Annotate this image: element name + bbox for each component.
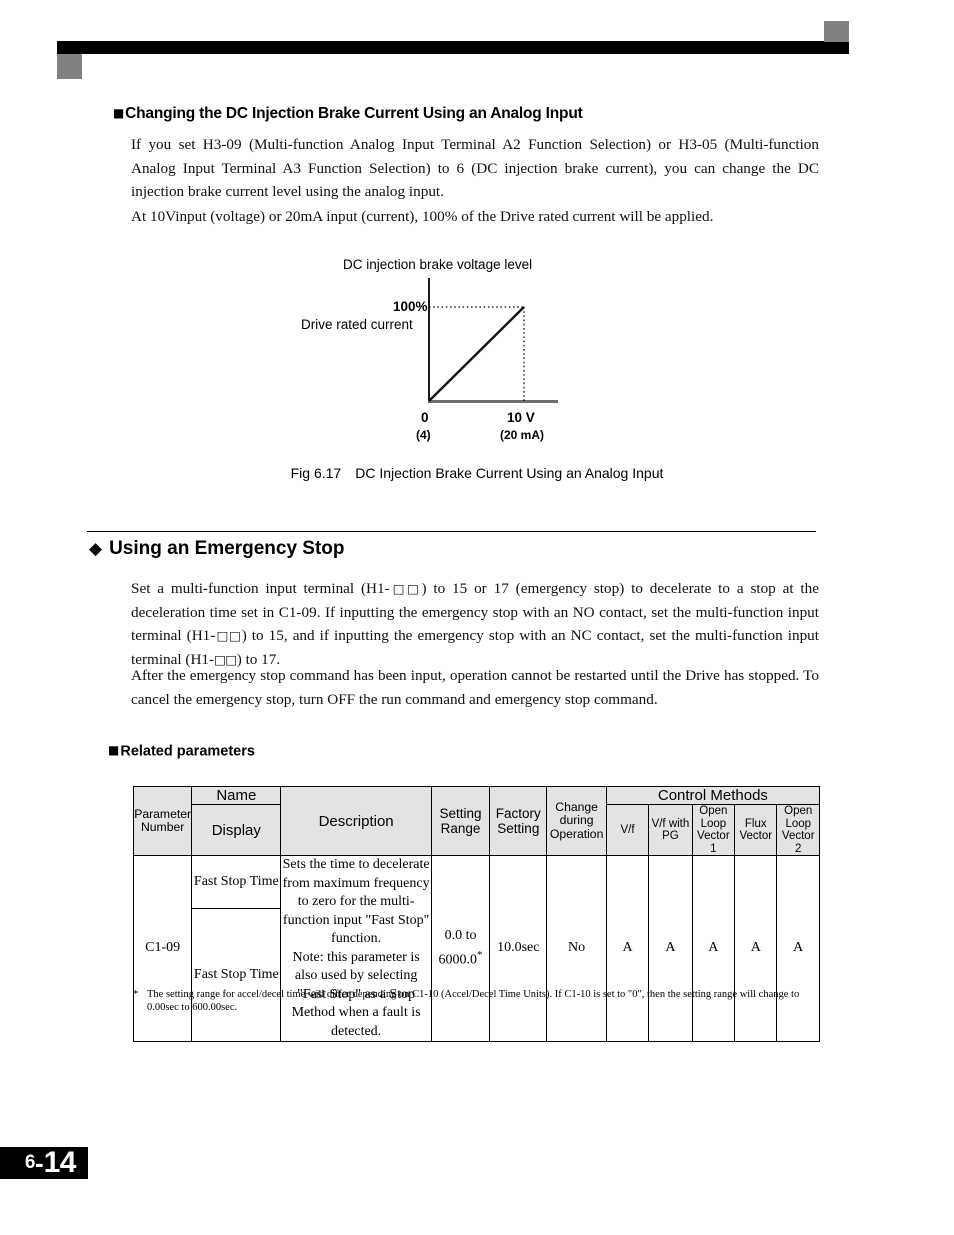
chart-x-subtick-max: (20 mA) <box>500 428 545 442</box>
section-divider <box>87 531 816 532</box>
header-name: Name <box>191 786 282 805</box>
header-parameter-number: Parameter Number <box>132 786 193 856</box>
heading-related-parameters: ■Related parameters <box>108 743 255 760</box>
paragraph-estop-1-a: Set a multi-function input terminal (H1- <box>131 580 390 597</box>
chart-x-tick-0: 0 <box>421 410 429 425</box>
chart-y-axis-label: Drive rated current <box>301 317 413 332</box>
heading-analog-input: ■Changing the DC Injection Brake Current… <box>113 105 583 123</box>
page-footer-chapter: 6 <box>24 1152 36 1173</box>
header-setting-range: Setting Range <box>430 786 491 856</box>
table-footnote: * The setting range for accel/decel time… <box>133 988 823 1014</box>
chart-data-line <box>428 306 525 402</box>
page-footer-number: 14 <box>43 1146 77 1179</box>
table-row: C1-09 Fast Stop Time Sets the time to de… <box>132 854 820 1042</box>
diamond-bullet-icon: ◆ <box>89 539 103 559</box>
heading-related-parameters-label: Related parameters <box>120 743 255 760</box>
table-header-row-1: Parameter Number Name Description Setting… <box>132 786 821 856</box>
header-decoration-square-left <box>57 54 82 79</box>
heading-analog-input-label: Changing the DC Injection Brake Current … <box>125 105 583 122</box>
paragraph-estop-1: Set a multi-function input terminal (H1-… <box>131 577 819 671</box>
header-control-method-open-loop-vector-1: Open Loop Vector 1 <box>691 804 736 856</box>
paragraph-analog-1: If you set H3-09 (Multi-function Analog … <box>131 136 819 200</box>
header-control-method-open-loop-vector-2: Open Loop Vector 2 <box>776 804 820 856</box>
header-parameter-number-label: Parameter Number <box>134 806 192 834</box>
page-number-footer: 6-14 <box>0 1146 88 1179</box>
chart-x-subtick-0: (4) <box>416 428 431 442</box>
chart-plot-area <box>428 306 525 402</box>
box-symbol-icon-1: □□ <box>389 581 422 596</box>
figure-caption-text: DC Injection Brake Current Using an Anal… <box>355 465 664 481</box>
header-change-during-operation: Change during Operation <box>546 786 607 856</box>
square-bullet-icon: ■ <box>113 105 125 120</box>
footnote-text: The setting range for accel/decel time w… <box>147 989 800 1013</box>
header-factory-setting: Factory Setting <box>489 786 548 856</box>
heading-emergency-stop-label: Using an Emergency Stop <box>109 538 345 559</box>
page-footer-dash: - <box>34 1147 44 1178</box>
header-control-method-flux-vector: Flux Vector <box>734 804 778 856</box>
cell-setting-range-value: 0.0 to 6000.0 <box>438 928 478 968</box>
paragraph-analog-2: At 10Vinput (voltage) or 20mA input (cur… <box>131 208 714 225</box>
chart-y-value-label: 100% <box>393 299 428 314</box>
figure-caption-number: Fig 6.17 <box>290 465 342 481</box>
cell-name: Fast Stop Time <box>191 854 282 910</box>
cell-setting-range-footnote-marker: * <box>477 948 483 961</box>
header-control-method-vf-with-pg: V/f with PG <box>648 804 693 856</box>
heading-emergency-stop: ◆ Using an Emergency Stop <box>89 538 345 560</box>
box-symbol-icon-2: □□ <box>215 628 242 643</box>
header-control-method-vf: V/f <box>605 804 650 856</box>
figure-title: DC injection brake voltage level <box>343 257 533 272</box>
cell-display: Fast Stop Time <box>191 908 282 1042</box>
header-decoration-square-right <box>824 21 849 42</box>
figure-caption: Fig 6.17 DC Injection Brake Current Using… <box>0 465 954 481</box>
footnote-marker: * <box>133 989 139 1000</box>
header-description: Description <box>280 786 432 856</box>
header-control-methods: Control Methods <box>605 786 821 805</box>
chart-x-tick-max: 10 V <box>507 410 535 425</box>
square-bullet-icon-2: ■ <box>108 743 120 757</box>
header-display: Display <box>191 804 282 856</box>
header-rule-bar <box>57 41 849 54</box>
paragraph-estop-2: After the emergency stop command has bee… <box>131 667 819 708</box>
